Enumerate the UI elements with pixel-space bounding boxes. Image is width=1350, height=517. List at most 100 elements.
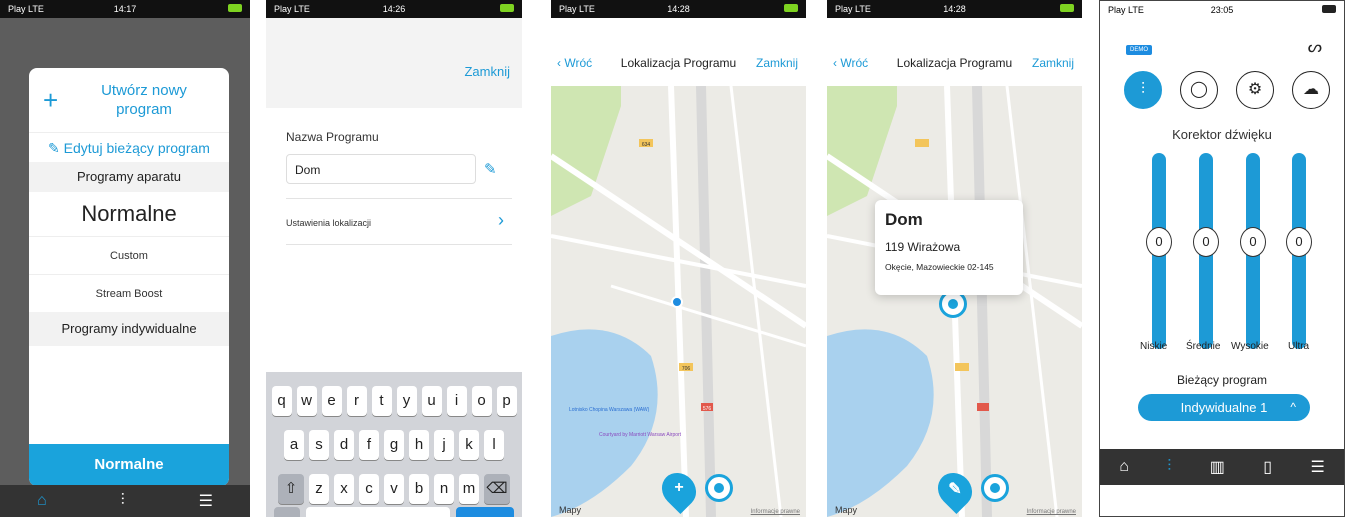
program-item-normal[interactable]: Normalne xyxy=(29,192,229,236)
key[interactable]: b xyxy=(409,474,429,504)
band-label: Średnie xyxy=(1186,341,1221,352)
key[interactable]: w xyxy=(296,386,317,416)
numbers-key[interactable] xyxy=(274,507,300,517)
current-location-button[interactable] xyxy=(705,474,733,502)
chart-icon[interactable]: ▥ xyxy=(1210,457,1225,477)
battery-icon xyxy=(1322,5,1336,13)
band-knob[interactable]: 0 xyxy=(1193,227,1219,257)
band-label: Wysokie xyxy=(1231,341,1269,352)
band-knob[interactable]: 0 xyxy=(1286,227,1312,257)
key[interactable]: z xyxy=(309,474,329,504)
key[interactable]: o xyxy=(471,386,492,416)
program-item-custom[interactable]: Custom xyxy=(29,236,229,274)
key[interactable]: v xyxy=(384,474,404,504)
key[interactable]: t xyxy=(371,386,392,416)
modal-header xyxy=(266,18,522,108)
screen-equalizer: Play LTE 23:05 DEMO ᔕ ⫶ ◯ ⚙ ☁ Korektor d… xyxy=(1099,0,1345,517)
airport-label: Lotnisko Chopina Warszawa (WAW) xyxy=(569,407,650,413)
key[interactable]: x xyxy=(334,474,354,504)
key[interactable]: j xyxy=(434,430,454,460)
key[interactable]: k xyxy=(459,430,479,460)
home-icon[interactable]: ⌂ xyxy=(1119,458,1129,476)
selected-program-button[interactable]: Normalne xyxy=(29,444,229,486)
callout-name: Dom xyxy=(885,210,923,229)
keyboard-row: asdfghjkl xyxy=(266,430,522,460)
key[interactable]: u xyxy=(421,386,442,416)
equalizer-icon[interactable]: ⫶ xyxy=(1124,71,1162,109)
key[interactable]: n xyxy=(434,474,454,504)
battery-status-icon[interactable]: ▯ xyxy=(1263,457,1272,477)
equalizer-icon[interactable]: ⫶ xyxy=(1167,458,1171,476)
key[interactable]: d xyxy=(334,430,354,460)
plus-icon: + xyxy=(43,84,59,115)
current-location-button[interactable] xyxy=(981,474,1009,502)
key[interactable]: h xyxy=(409,430,429,460)
location-settings-item[interactable]: Ustawienia lokalizacji xyxy=(286,218,371,228)
menu-icon[interactable]: ☰ xyxy=(199,491,213,511)
clock: 14:28 xyxy=(943,4,966,14)
noise-icon[interactable]: ☁ xyxy=(1292,71,1330,109)
chevron-right-icon[interactable]: › xyxy=(498,210,504,231)
close-button[interactable]: Zamknij xyxy=(464,64,510,79)
key[interactable]: m xyxy=(459,474,479,504)
key[interactable]: ⇧ xyxy=(278,474,304,504)
key[interactable]: l xyxy=(484,430,504,460)
return-key[interactable] xyxy=(456,507,514,517)
space-key[interactable] xyxy=(306,507,450,517)
chevron-up-icon: ^ xyxy=(1290,400,1296,414)
status-bar: Play LTE 14:28 xyxy=(827,0,1082,18)
legal-link[interactable]: Informacje prawne xyxy=(1027,509,1076,515)
current-program-dropdown[interactable]: Indywidualne 1 ^ xyxy=(1138,394,1310,421)
divider xyxy=(286,198,512,199)
road-label-576: 576 xyxy=(703,406,712,412)
band-knob[interactable]: 0 xyxy=(1146,227,1172,257)
program-name-input[interactable]: Dom xyxy=(286,154,476,184)
key[interactable]: i xyxy=(446,386,467,416)
program-item-stream-boost[interactable]: Stream Boost xyxy=(29,274,229,312)
road-label-706: 706 xyxy=(682,366,691,372)
status-bar: Play LTE 14:17 xyxy=(0,0,250,18)
group-header-individual: Programy indywidualne xyxy=(29,312,229,346)
clock: 14:17 xyxy=(113,4,137,14)
key[interactable]: q xyxy=(271,386,292,416)
keyboard: qwertyuiop asdfghjkl ⇧ z x c v b n m ⌫ xyxy=(266,372,522,517)
key[interactable]: p xyxy=(496,386,517,416)
keyboard-row: ⇧ z x c v b n m ⌫ xyxy=(266,474,522,504)
key[interactable]: f xyxy=(359,430,379,460)
edit-program-label: Edytuj bieżący program xyxy=(63,140,210,156)
maps-brand: Mapy xyxy=(835,505,858,515)
legal-link[interactable]: Informacje prawne xyxy=(751,509,800,515)
plus-icon: + xyxy=(674,479,684,496)
close-button[interactable]: Zamknij xyxy=(756,56,798,70)
speech-icon[interactable]: ◯ xyxy=(1180,71,1218,109)
band-knob[interactable]: 0 xyxy=(1240,227,1266,257)
selected-location-dot xyxy=(671,296,683,308)
hotel-label: Courtyard by Marriott Warsaw Airport xyxy=(599,432,682,438)
clock: 23:05 xyxy=(1210,5,1234,15)
key[interactable]: g xyxy=(384,430,404,460)
edit-program-button[interactable]: ✎ Edytuj bieżący program xyxy=(29,132,229,162)
equalizer-icon[interactable]: ⫶ xyxy=(121,492,125,510)
nav-header xyxy=(551,18,806,86)
equalizer-title: Korektor dźwięku xyxy=(1172,127,1272,142)
key[interactable]: s xyxy=(309,430,329,460)
demo-badge: DEMO xyxy=(1126,45,1152,55)
key[interactable]: r xyxy=(346,386,367,416)
hearing-aid-icon[interactable]: ᔕ xyxy=(1308,37,1322,57)
key[interactable]: c xyxy=(359,474,379,504)
status-bar: Play LTE 23:05 xyxy=(1100,1,1344,19)
create-program-button[interactable]: + Utwórz nowy program xyxy=(29,68,229,132)
callout-address: 119 Wirażowa xyxy=(885,240,961,254)
pencil-icon[interactable]: ✎ xyxy=(484,160,497,178)
close-button[interactable]: Zamknij xyxy=(1032,56,1074,70)
key[interactable]: ⌫ xyxy=(484,474,510,504)
location-callout[interactable]: Dom 119 Wirażowa Okęcie, Mazowieckie 02-… xyxy=(875,200,1023,295)
key[interactable]: e xyxy=(321,386,342,416)
key[interactable]: y xyxy=(396,386,417,416)
key[interactable]: a xyxy=(284,430,304,460)
tab-bar: ⌂ ⫶ ☰ xyxy=(0,485,250,517)
menu-icon[interactable]: ☰ xyxy=(1310,457,1324,477)
screen-location-map: Play LTE 14:28 ‹ Wróć Lokalizacja Progra… xyxy=(551,0,806,517)
home-icon[interactable]: ⌂ xyxy=(37,492,47,510)
settings-icon[interactable]: ⚙ xyxy=(1236,71,1274,109)
